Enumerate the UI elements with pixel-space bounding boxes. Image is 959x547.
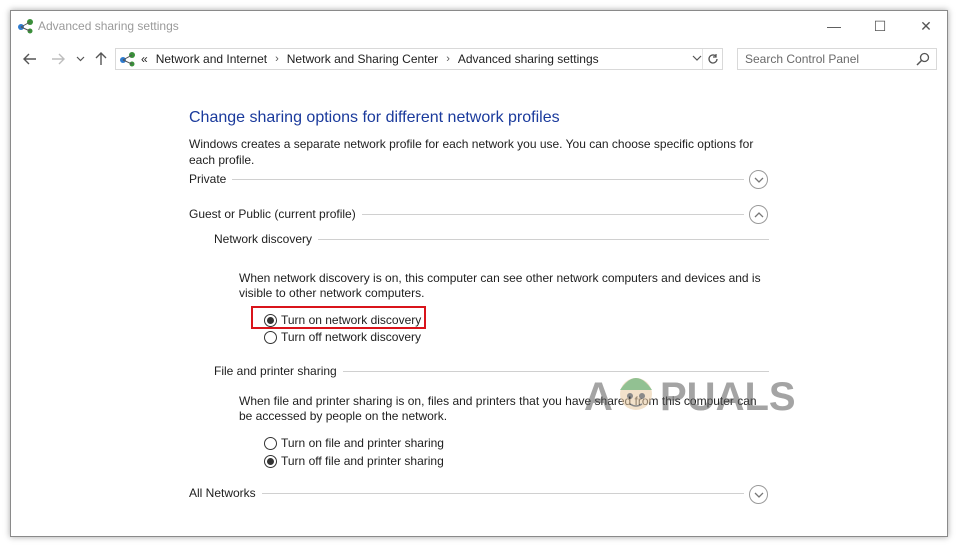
- network-discovery-label: Network discovery: [214, 232, 319, 246]
- up-button[interactable]: [91, 48, 111, 70]
- network-discovery-header: Network discovery: [214, 229, 769, 249]
- navigation-bar: « Network and Internet › Network and Sha…: [11, 45, 947, 73]
- chevron-up-icon: [754, 211, 763, 217]
- forward-button[interactable]: [47, 48, 69, 70]
- control-panel-icon: [120, 52, 135, 67]
- expand-all-networks-button[interactable]: [749, 485, 768, 504]
- appuals-watermark-logo: A PUALS: [584, 375, 796, 418]
- window-title: Advanced sharing settings: [38, 19, 179, 33]
- address-bar[interactable]: « Network and Internet › Network and Sha…: [115, 48, 723, 70]
- collapse-guest-button[interactable]: [749, 205, 768, 224]
- radio-label: Turn on file and printer sharing: [281, 436, 444, 450]
- svg-text:A: A: [584, 375, 613, 418]
- breadcrumb-advanced-sharing-settings[interactable]: Advanced sharing settings: [458, 52, 599, 66]
- svg-text:PUALS: PUALS: [660, 375, 796, 418]
- network-icon: [18, 19, 33, 34]
- main-content: Change sharing options for different net…: [11, 73, 947, 536]
- radio-button[interactable]: [264, 454, 277, 468]
- divider: [361, 213, 744, 215]
- profile-private-label: Private: [189, 172, 233, 186]
- breadcrumb-network-and-internet[interactable]: Network and Internet: [156, 52, 267, 66]
- maximize-button[interactable]: ☐: [857, 11, 903, 41]
- chevron-down-icon: [754, 177, 763, 183]
- divider: [318, 238, 769, 240]
- page-title: Change sharing options for different net…: [189, 109, 560, 126]
- refresh-icon: [707, 54, 718, 64]
- expand-private-button[interactable]: [749, 170, 768, 189]
- radio-turn-off-network-discovery[interactable]: Turn off network discovery: [264, 329, 421, 345]
- divider: [232, 178, 744, 180]
- radio-button[interactable]: [264, 330, 277, 344]
- back-button[interactable]: [19, 48, 41, 70]
- forward-arrow-icon: [52, 53, 65, 65]
- page-description: Windows creates a separate network profi…: [189, 137, 754, 167]
- chevron-down-icon: [76, 56, 84, 62]
- minimize-button[interactable]: —: [811, 11, 857, 41]
- close-button[interactable]: ✕: [903, 11, 947, 41]
- window: Advanced sharing settings — ☐ ✕ « Networ…: [10, 10, 948, 537]
- search-icon[interactable]: [916, 52, 930, 66]
- breadcrumb-separator: ›: [446, 53, 450, 65]
- chevron-down-icon: [754, 492, 763, 498]
- breadcrumb-network-sharing-center[interactable]: Network and Sharing Center: [287, 52, 438, 66]
- breadcrumb-separator: ›: [275, 53, 279, 65]
- file-sharing-label: File and printer sharing: [214, 364, 343, 378]
- profile-private-header[interactable]: Private: [189, 169, 744, 189]
- radio-turn-off-file-sharing[interactable]: Turn off file and printer sharing: [264, 453, 444, 469]
- search-input[interactable]: [745, 49, 915, 69]
- back-arrow-icon: [23, 53, 36, 65]
- title-bar: Advanced sharing settings — ☐ ✕: [11, 11, 947, 41]
- up-arrow-icon: [95, 52, 107, 65]
- search-box[interactable]: [737, 48, 937, 70]
- breadcrumb-overflow[interactable]: «: [141, 52, 148, 66]
- profile-all-networks-label: All Networks: [189, 486, 262, 500]
- address-dropdown-icon[interactable]: [692, 52, 702, 64]
- radio-label: Turn off file and printer sharing: [281, 454, 444, 468]
- radio-button[interactable]: [264, 436, 277, 450]
- divider: [261, 492, 744, 494]
- profile-all-networks-header[interactable]: All Networks: [189, 483, 744, 503]
- profile-guest-header[interactable]: Guest or Public (current profile): [189, 204, 744, 224]
- radio-turn-on-file-sharing[interactable]: Turn on file and printer sharing: [264, 435, 444, 451]
- highlight-annotation: [251, 306, 426, 329]
- profile-guest-label: Guest or Public (current profile): [189, 207, 362, 221]
- network-discovery-text: When network discovery is on, this compu…: [239, 271, 761, 300]
- refresh-button[interactable]: [702, 49, 722, 69]
- radio-label: Turn off network discovery: [281, 330, 422, 344]
- recent-locations-button[interactable]: [73, 48, 87, 70]
